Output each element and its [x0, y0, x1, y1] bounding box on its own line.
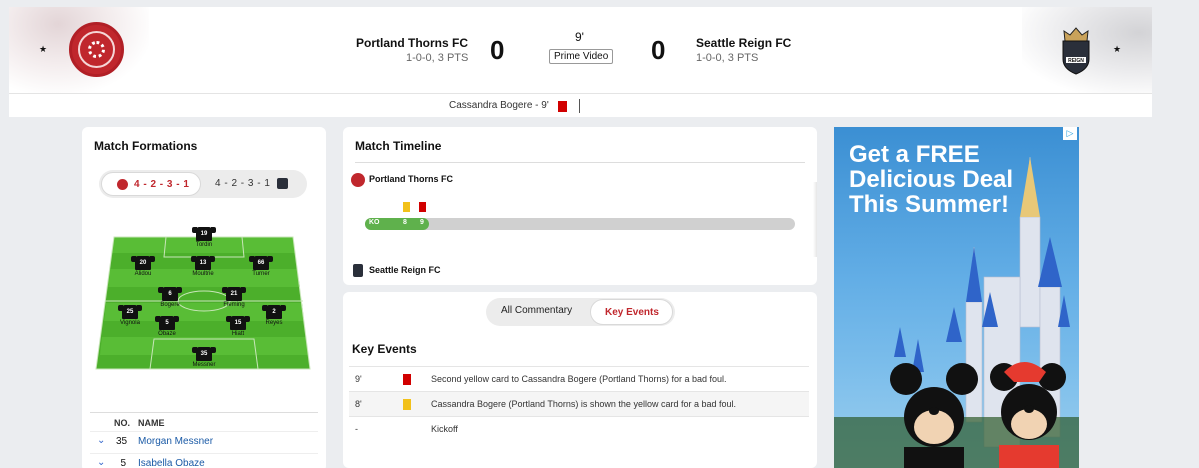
away-team-record: 1-0-0, 3 PTS: [696, 52, 759, 64]
away-team-name[interactable]: Seattle Reign FC: [696, 36, 791, 50]
roster-row[interactable]: ⌄ 35 Morgan Messner: [90, 431, 318, 451]
home-team-record: 1-0-0, 3 PTS: [406, 52, 469, 64]
red-card-icon[interactable]: [419, 202, 426, 212]
formation-toggle: 4 - 2 - 3 - 1 4 - 2 - 3 - 1: [99, 170, 307, 198]
key-events-card: All Commentary Key Events Key Events 9' …: [343, 292, 817, 468]
favorite-star-icon[interactable]: ★: [39, 44, 47, 55]
roster-row[interactable]: ⌄ 5 Isabella Obaze: [90, 453, 318, 468]
timeline-home-team: Portland Thorns FC: [369, 174, 453, 184]
player-marker[interactable]: 66 Turner: [239, 256, 283, 277]
advertisement[interactable]: Get a FREE Delicious Deal This Summer! ▷: [834, 127, 1079, 468]
key-event-row: - Kickoff: [349, 416, 809, 441]
tab-home-formation[interactable]: 4 - 2 - 3 - 1: [101, 172, 201, 196]
portland-thorns-icon: [351, 173, 365, 187]
key-event-row: 9' Second yellow card to Cassandra Boger…: [349, 366, 809, 391]
ad-headline[interactable]: Get a FREE Delicious Deal This Summer!: [849, 142, 1059, 217]
player-marker[interactable]: 19 Tordin: [182, 227, 226, 248]
commentary-toggle: All Commentary Key Events: [486, 298, 675, 326]
player-marker[interactable]: 20 Alidou: [121, 256, 165, 277]
chevron-down-icon[interactable]: ⌄: [97, 435, 105, 446]
player-marker[interactable]: 13 Moultrie: [181, 256, 225, 277]
key-events-title: Key Events: [352, 342, 417, 356]
home-score: 0: [490, 35, 505, 65]
home-team-name[interactable]: Portland Thorns FC: [356, 36, 468, 50]
tab-key-events[interactable]: Key Events: [590, 299, 673, 325]
player-marker[interactable]: 21 Fleming: [212, 287, 256, 308]
key-event-row: 8' Cassandra Bogere (Portland Thorns) is…: [349, 391, 809, 416]
yellow-card-icon[interactable]: [403, 202, 410, 212]
ticker-event-text[interactable]: Cassandra Bogere - 9': [449, 100, 549, 111]
formation-pitch: 19 Tordin 20 Alidou 13 Moultrie 66 Turner 6B…: [82, 209, 326, 379]
player-marker[interactable]: 5 Obaze: [145, 316, 189, 337]
timeline-title: Match Timeline: [355, 139, 442, 153]
match-formations-card: Match Formations 4 - 2 - 3 - 1 4 - 2 - 3…: [82, 127, 326, 468]
broadcast-badge[interactable]: Prime Video: [549, 49, 614, 64]
player-marker[interactable]: 2 Reyes: [252, 305, 296, 326]
player-link[interactable]: Isabella Obaze: [138, 458, 205, 468]
tab-all-commentary[interactable]: All Commentary: [501, 305, 572, 316]
player-marker[interactable]: 6 Bogere: [148, 287, 192, 308]
chevron-down-icon[interactable]: ⌄: [97, 457, 105, 468]
event-ticker: Cassandra Bogere - 9': [9, 93, 1152, 117]
player-marker[interactable]: 35 Messner: [182, 347, 226, 368]
timeline-progress-fill: KO 8 9: [365, 218, 429, 230]
seattle-reign-icon: [277, 178, 288, 189]
adchoices-icon[interactable]: ▷: [1063, 127, 1077, 140]
match-timeline-card: Match Timeline Portland Thorns FC KO 8 9…: [343, 127, 817, 285]
player-link[interactable]: Morgan Messner: [138, 436, 213, 447]
match-header: ★ Portland Thorns FC 1-0-0, 3 PTS 0 9' P…: [9, 7, 1152, 93]
match-minute: 9': [575, 30, 584, 44]
favorite-star-icon[interactable]: ★: [1113, 44, 1121, 55]
portland-thorns-crest[interactable]: [69, 22, 124, 77]
yellow-card-icon: [403, 399, 411, 410]
timeline-away-team: Seattle Reign FC: [369, 265, 441, 275]
seattle-reign-crest[interactable]: REIGN: [1060, 25, 1092, 75]
portland-thorns-icon: [117, 179, 128, 190]
away-score: 0: [651, 35, 666, 65]
svg-text:REIGN: REIGN: [1068, 58, 1084, 64]
roster-header: NO. NAME: [90, 412, 318, 430]
red-card-icon: [558, 101, 567, 112]
red-card-icon: [403, 374, 411, 385]
formations-title: Match Formations: [94, 139, 198, 153]
seattle-reign-icon: [353, 264, 363, 277]
timeline-progress-bar: KO 8 9: [365, 218, 795, 230]
